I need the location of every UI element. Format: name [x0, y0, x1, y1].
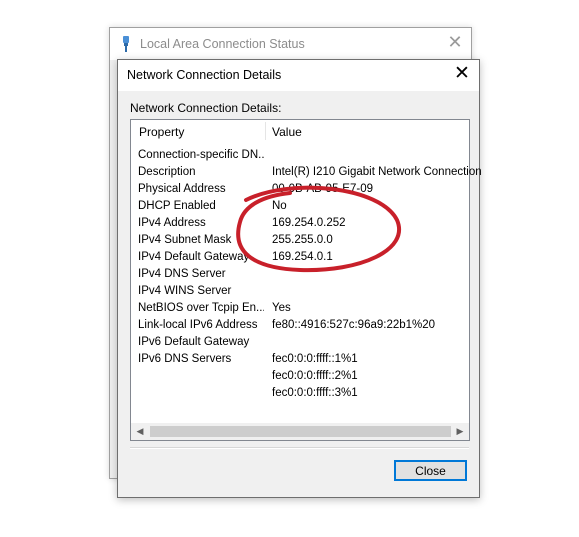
row-value: Intel(R) I210 Gigabit Network Connection — [272, 166, 482, 178]
background-close-icon[interactable]: ✕ — [447, 33, 463, 51]
background-window-title: Local Area Connection Status — [140, 37, 305, 51]
scroll-left-icon[interactable]: ◀ — [133, 424, 147, 439]
column-header-value[interactable]: Value — [272, 125, 302, 139]
row-property: IPv4 Subnet Mask — [138, 234, 232, 246]
dialog-title: Network Connection Details — [127, 68, 282, 82]
table-row[interactable]: IPv4 WINS Server — [131, 284, 469, 301]
row-property: IPv6 Default Gateway — [138, 336, 250, 348]
row-value: Yes — [272, 302, 291, 314]
dialog-separator — [130, 447, 469, 449]
row-value: 169.254.0.252 — [272, 217, 346, 229]
table-row[interactable]: IPv4 DNS Server — [131, 267, 469, 284]
table-row[interactable]: Physical Address 00-0B-AB-95-E7-09 — [131, 182, 469, 199]
table-row[interactable]: DHCP Enabled No — [131, 199, 469, 216]
row-value: fec0:0:0:ffff::1%1 — [272, 353, 358, 365]
row-value: fec0:0:0:ffff::3%1 — [272, 387, 358, 399]
background-title-bar: Local Area Connection Status ✕ — [110, 28, 471, 60]
table-row[interactable]: fec0:0:0:ffff::2%1 — [131, 369, 469, 386]
details-list-view[interactable]: Property Value Connection-specific DN...… — [130, 119, 482, 441]
scrollbar-thumb[interactable] — [150, 426, 451, 437]
table-row[interactable]: fec0:0:0:ffff::3%1 — [131, 386, 469, 403]
row-property: IPv4 Address — [138, 217, 206, 229]
table-row[interactable]: NetBIOS over Tcpip En... Yes — [131, 301, 469, 318]
row-property: IPv4 Default Gateway — [138, 251, 250, 263]
table-row[interactable]: Connection-specific DN... — [131, 148, 469, 165]
row-property: Physical Address — [138, 183, 226, 195]
row-property: Connection-specific DN... — [138, 149, 264, 161]
row-property: Link-local IPv6 Address — [138, 319, 258, 331]
table-row[interactable]: IPv4 Default Gateway 169.254.0.1 — [131, 250, 469, 267]
list-header: Property Value — [131, 120, 469, 142]
row-property: IPv4 DNS Server — [138, 268, 226, 280]
table-row[interactable]: Description Intel(R) I210 Gigabit Network… — [131, 165, 482, 182]
details-group-label: Network Connection Details: — [130, 101, 282, 115]
table-row[interactable]: IPv4 Subnet Mask 255.255.0.0 — [131, 233, 469, 250]
row-value: fe80::4916:527c:96a9:22b1%20 — [272, 319, 436, 331]
row-value: 255.255.0.0 — [272, 234, 333, 246]
dialog-title-bar: Network Connection Details ✕ — [118, 60, 479, 91]
column-divider[interactable] — [265, 122, 266, 140]
row-value: fec0:0:0:ffff::2%1 — [272, 370, 358, 382]
row-property: IPv4 WINS Server — [138, 285, 232, 297]
row-value: 00-0B-AB-95-E7-09 — [272, 183, 373, 195]
table-row[interactable]: IPv6 DNS Servers fec0:0:0:ffff::1%1 — [131, 352, 469, 369]
row-property: NetBIOS over Tcpip En... — [138, 302, 264, 314]
row-value: No — [272, 200, 287, 212]
row-property: DHCP Enabled — [138, 200, 216, 212]
close-button[interactable]: Close — [394, 460, 467, 481]
row-property: IPv6 DNS Servers — [138, 353, 232, 365]
table-row[interactable]: IPv6 Default Gateway — [131, 335, 469, 352]
scroll-right-icon[interactable]: ▶ — [453, 424, 467, 439]
horizontal-scrollbar[interactable]: ◀ ▶ — [131, 423, 469, 440]
row-property: Description — [138, 166, 196, 178]
network-cable-icon — [120, 36, 132, 52]
column-header-property[interactable]: Property — [139, 125, 184, 139]
table-row[interactable]: IPv4 Address 169.254.0.252 — [131, 216, 469, 233]
details-rows: Connection-specific DN... Description Int… — [131, 148, 482, 403]
network-connection-details-dialog: Network Connection Details ✕ Network Con… — [117, 59, 482, 498]
close-icon[interactable]: ✕ — [453, 64, 471, 83]
row-value: 169.254.0.1 — [272, 251, 333, 263]
table-row[interactable]: Link-local IPv6 Address fe80::4916:527c:9… — [131, 318, 469, 335]
